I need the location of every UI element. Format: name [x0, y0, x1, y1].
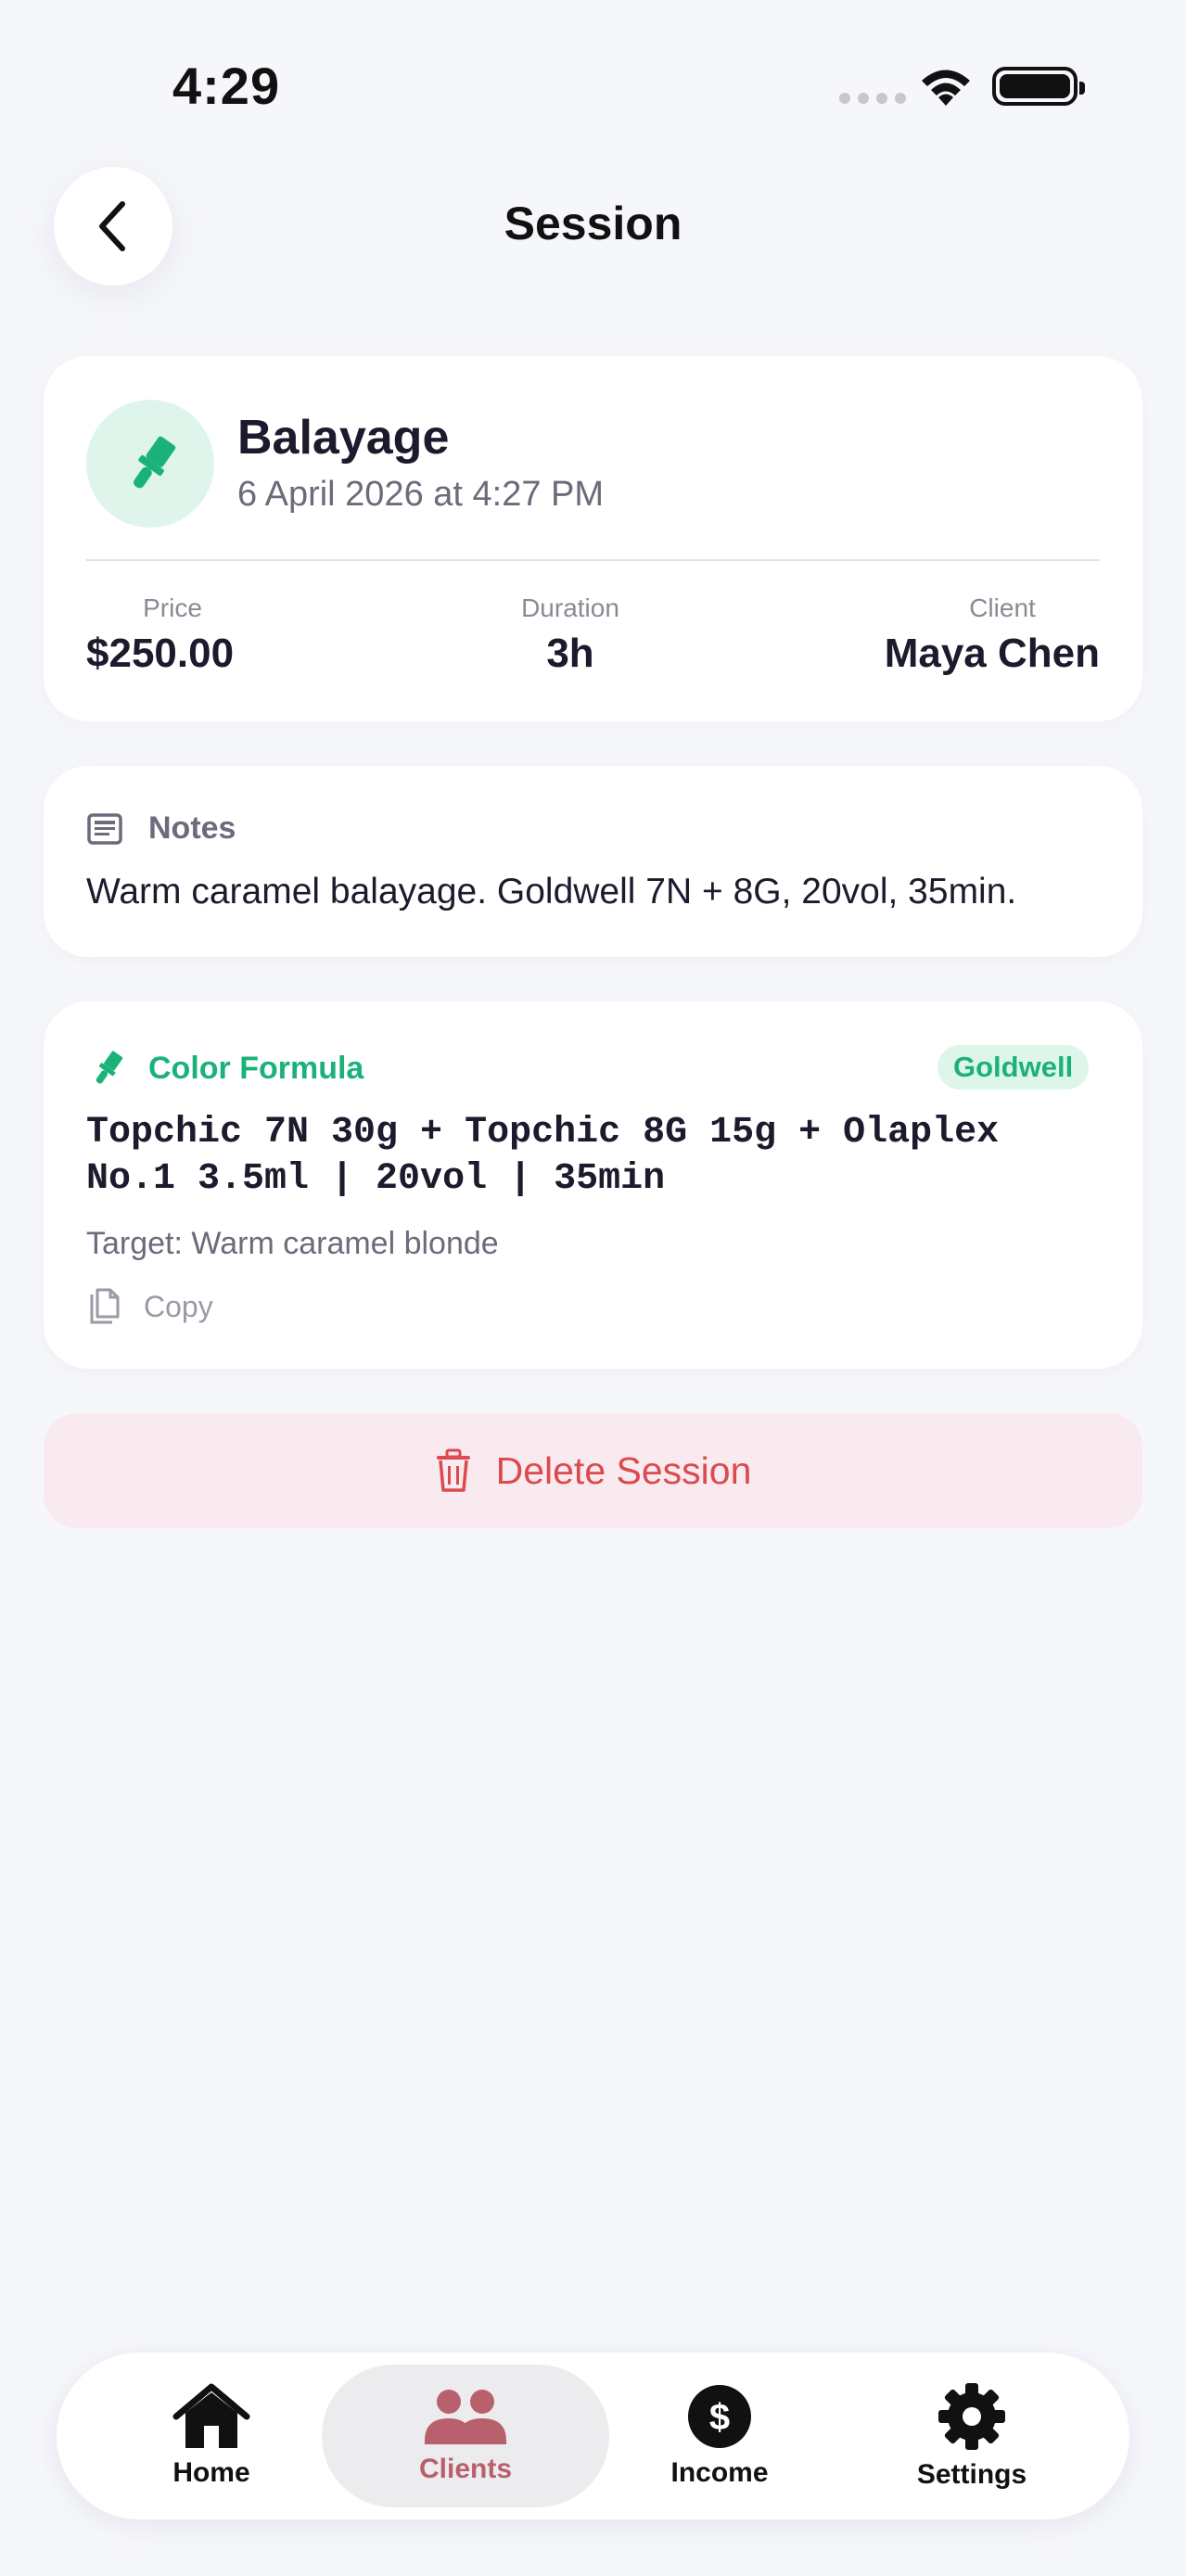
paintbrush-icon [134, 436, 176, 489]
session-datetime: 6 April 2026 at 4:27 PM [237, 475, 605, 514]
tab-label: Clients [418, 2454, 513, 2484]
formula-line: No.1 3.5ml | 20vol | 35min [86, 1158, 666, 1200]
service-name: Balayage [237, 411, 450, 465]
duration-value: 3h [546, 631, 594, 676]
notes-text: Warm caramel balayage. Goldwell 7N + 8G,… [86, 872, 1017, 912]
copy-button[interactable]: Copy [86, 1287, 213, 1326]
dollar-icon: $ [688, 2385, 751, 2448]
battery-icon [992, 67, 1085, 106]
signal-dots-icon [839, 93, 913, 106]
formula-text: Topchic 7N 30g + Topchic 8G 15g + Olaple… [86, 1110, 1116, 1203]
tab-label: Income [670, 2457, 769, 2488]
brand-badge: Goldwell [937, 1045, 1090, 1090]
duration-label: Duration [521, 593, 619, 622]
svg-text:$: $ [709, 2397, 730, 2438]
people-icon [425, 2390, 506, 2444]
client-label: Client [969, 593, 1036, 622]
trash-icon [436, 1448, 470, 1492]
notes-title: Notes [148, 810, 236, 846]
formula-target: Target: Warm caramel blonde [86, 1226, 499, 1261]
price-stat: Price $250.00 [86, 593, 309, 677]
copy-label: Copy [144, 1289, 213, 1323]
wifi-icon [922, 70, 970, 106]
page-title: Session [504, 198, 682, 249]
tab-clients[interactable]: Clients [322, 2365, 609, 2507]
notes-icon [87, 813, 122, 845]
formula-title: Color Formula [148, 1051, 364, 1086]
house-icon [172, 2383, 250, 2448]
delete-label: Delete Session [495, 1448, 752, 1492]
paintbrush-icon [96, 1051, 123, 1084]
status-time: 4:29 [172, 57, 281, 115]
tab-label: Home [172, 2457, 250, 2488]
duration-stat: Duration 3h [478, 593, 663, 677]
price-value: $250.00 [86, 631, 235, 676]
delete-session-button[interactable]: Delete Session [44, 1413, 1142, 1528]
copy-icon [90, 1288, 120, 1324]
formula-line: Topchic 7N 30g + Topchic 8G 15g + Olaple… [86, 1112, 1000, 1154]
price-label: Price [143, 593, 202, 622]
client-value: Maya Chen [884, 631, 1100, 676]
notes-card [44, 766, 1142, 957]
tab-settings[interactable]: Settings [842, 2365, 1102, 2507]
service-icon [86, 400, 214, 528]
tab-home[interactable]: Home [82, 2365, 341, 2507]
divider [86, 559, 1100, 561]
tab-income[interactable]: $ Income [590, 2365, 849, 2507]
gear-icon [938, 2383, 1005, 2450]
tab-label: Settings [916, 2459, 1027, 2490]
client-stat: Client Maya Chen [877, 593, 1100, 677]
